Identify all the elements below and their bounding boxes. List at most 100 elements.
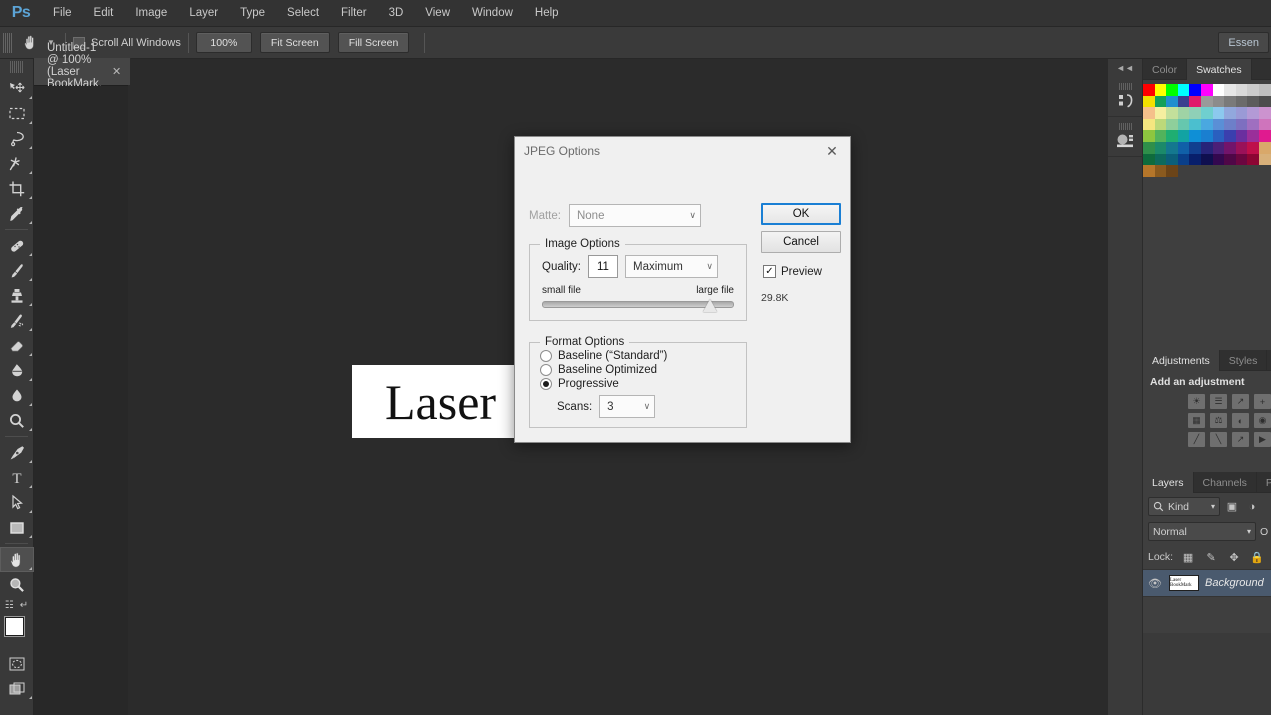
eye-icon[interactable]: 👁 xyxy=(1147,575,1163,591)
lock-all-icon[interactable]: 🔒 xyxy=(1249,549,1265,565)
color-swatch[interactable] xyxy=(1258,130,1271,142)
color-swatch[interactable] xyxy=(1235,130,1248,142)
color-swatch[interactable] xyxy=(1235,95,1248,108)
color-swatch[interactable] xyxy=(1224,153,1236,166)
collapse-panels-icon[interactable]: ◄◄ xyxy=(1108,59,1142,77)
type-tool-icon[interactable]: T xyxy=(0,465,34,490)
magic-wand-tool-icon[interactable] xyxy=(0,151,34,176)
photo-filter-icon[interactable]: ╱ xyxy=(1188,432,1205,447)
color-swatch[interactable] xyxy=(1235,84,1248,96)
rectangular-marquee-tool-icon[interactable] xyxy=(0,101,34,126)
color-swatch[interactable] xyxy=(1154,107,1167,119)
color-swatch[interactable] xyxy=(1247,107,1259,119)
color-swatch[interactable] xyxy=(1166,153,1178,166)
chevron-updown-icon[interactable]: ▾ xyxy=(1247,527,1251,536)
foreground-background-color[interactable] xyxy=(0,615,34,651)
color-swatch[interactable] xyxy=(1224,141,1236,154)
brush-tool-icon[interactable] xyxy=(0,258,34,283)
color-swatch[interactable] xyxy=(1247,84,1259,96)
color-swatch[interactable] xyxy=(1212,107,1225,119)
color-swatch[interactable] xyxy=(1224,130,1236,142)
color-swatch[interactable] xyxy=(1166,141,1178,154)
menu-item-edit[interactable]: Edit xyxy=(83,0,125,27)
radio-baseline-standard[interactable]: Baseline (“Standard”) xyxy=(530,348,746,362)
color-swatch[interactable] xyxy=(1224,95,1236,108)
clone-stamp-tool-icon[interactable] xyxy=(0,283,34,308)
color-swatch[interactable] xyxy=(1258,107,1271,119)
color-swatch[interactable] xyxy=(1154,141,1167,154)
crop-tool-icon[interactable] xyxy=(0,176,34,201)
color-balance-icon[interactable]: ◐ xyxy=(1232,413,1249,428)
color-swatch[interactable] xyxy=(1143,141,1155,154)
color-swatch[interactable] xyxy=(1189,153,1201,166)
cancel-button[interactable]: Cancel xyxy=(761,231,841,253)
filter-adjustment-layers-icon[interactable]: ◑ xyxy=(1244,499,1260,515)
layer-list-item-background[interactable]: 👁 Laser BookMark Background xyxy=(1143,569,1271,597)
move-tool-icon[interactable] xyxy=(0,76,34,101)
canvas-area[interactable]: Laser xyxy=(34,86,657,715)
swap-colors-icon[interactable]: ↵ xyxy=(20,600,28,611)
color-swatch[interactable] xyxy=(1166,130,1178,142)
tab-swatches[interactable]: Swatches xyxy=(1187,59,1252,80)
color-swatch[interactable] xyxy=(1177,153,1190,166)
tab-color[interactable]: Color xyxy=(1143,59,1188,80)
history-brush-tool-icon[interactable] xyxy=(0,308,34,333)
document-tab[interactable]: Untitled-1 @ 100% (Laser BookMark, Gray/… xyxy=(34,42,132,102)
color-swatch[interactable] xyxy=(1212,141,1225,154)
scans-select[interactable]: 3 ∨ xyxy=(599,395,656,418)
color-swatch[interactable] xyxy=(1143,153,1155,166)
menu-item-help[interactable]: Help xyxy=(524,0,570,27)
exposure-icon[interactable]: + xyxy=(1254,394,1271,409)
radio-progressive-button[interactable] xyxy=(540,378,552,390)
color-swatch[interactable] xyxy=(1212,84,1225,96)
menu-item-filter[interactable]: Filter xyxy=(330,0,378,27)
color-swatch[interactable] xyxy=(1212,130,1225,142)
chevron-down-icon[interactable]: ∨ xyxy=(700,261,713,272)
color-swatch[interactable] xyxy=(1200,107,1213,119)
color-swatch[interactable] xyxy=(1154,130,1167,142)
radio-baseline-optimized-button[interactable] xyxy=(540,364,552,376)
color-swatch[interactable] xyxy=(1212,153,1225,166)
chevron-down-icon[interactable]: ∨ xyxy=(638,401,651,412)
color-swatch[interactable] xyxy=(1258,118,1271,131)
fill-screen-button[interactable]: Fill Screen xyxy=(337,32,410,53)
quick-mask-mode-icon[interactable] xyxy=(0,651,34,676)
menu-item-3d[interactable]: 3D xyxy=(378,0,415,27)
quality-slider-thumb[interactable] xyxy=(703,299,718,312)
color-swatch[interactable] xyxy=(1189,84,1201,96)
properties-3d-panel-icon[interactable] xyxy=(1108,117,1143,157)
menu-item-select[interactable]: Select xyxy=(276,0,330,27)
menu-item-layer[interactable]: Layer xyxy=(178,0,229,27)
color-swatch[interactable] xyxy=(1166,95,1178,108)
color-swatch[interactable] xyxy=(1258,84,1271,96)
color-swatch[interactable] xyxy=(1258,153,1271,166)
chevron-updown-icon[interactable]: ▾ xyxy=(1211,502,1215,511)
quality-preset-select[interactable]: Maximum ∨ xyxy=(625,255,718,278)
color-swatch[interactable] xyxy=(1224,107,1236,119)
color-swatch[interactable] xyxy=(1235,107,1248,119)
chevron-down-icon[interactable]: ∨ xyxy=(683,210,696,221)
fit-screen-button[interactable]: Fit Screen xyxy=(259,32,330,53)
invert-icon[interactable]: ▶ xyxy=(1254,432,1271,447)
quality-input[interactable]: 11 xyxy=(588,255,618,278)
spot-healing-brush-tool-icon[interactable] xyxy=(0,233,34,258)
color-swatch[interactable] xyxy=(1143,118,1155,131)
tab-paths[interactable]: Path xyxy=(1257,472,1271,493)
close-icon[interactable]: ✕ xyxy=(820,140,844,162)
zoom-100-button[interactable]: 100% xyxy=(195,32,252,53)
eyedropper-tool-icon[interactable] xyxy=(0,201,34,226)
color-swatch[interactable] xyxy=(1235,153,1248,166)
default-colors-icon[interactable]: ☷ xyxy=(5,600,14,611)
lock-image-pixels-icon[interactable]: ✎ xyxy=(1203,549,1219,565)
color-swatch[interactable] xyxy=(1154,84,1167,96)
blend-mode-select[interactable]: Normal ▾ xyxy=(1148,522,1256,541)
color-swatch[interactable] xyxy=(1200,95,1213,108)
color-swatch[interactable] xyxy=(1189,130,1201,142)
dialog-title-bar[interactable]: JPEG Options ✕ xyxy=(515,137,850,165)
menu-item-image[interactable]: Image xyxy=(124,0,178,27)
preview-checkbox[interactable]: ✓ Preview xyxy=(763,265,822,278)
channel-mixer-icon[interactable]: ╲ xyxy=(1210,432,1227,447)
color-swatch[interactable] xyxy=(1200,84,1213,96)
matte-select[interactable]: None ∨ xyxy=(568,204,701,227)
color-swatch[interactable] xyxy=(1177,107,1190,119)
